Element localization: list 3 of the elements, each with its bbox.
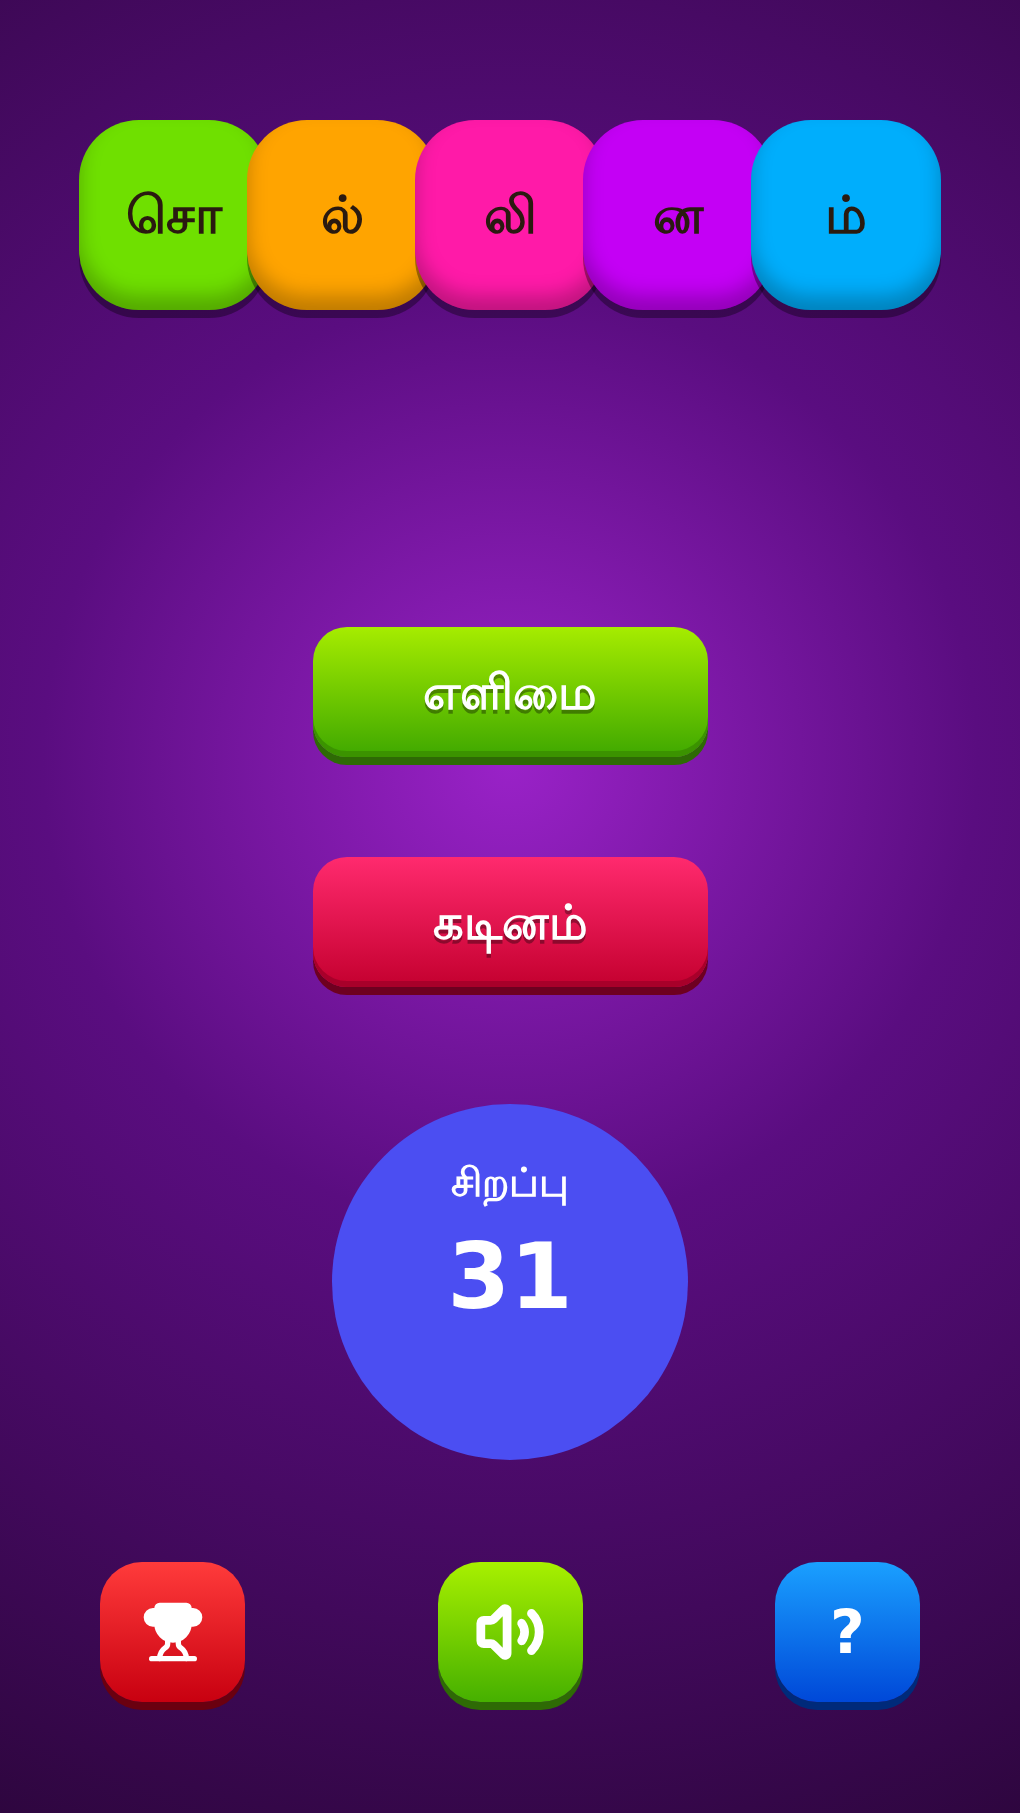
score-label: சிறப்பு <box>451 1158 569 1209</box>
letter-tile: ம் <box>751 120 941 310</box>
score-value: 31 <box>447 1232 573 1322</box>
